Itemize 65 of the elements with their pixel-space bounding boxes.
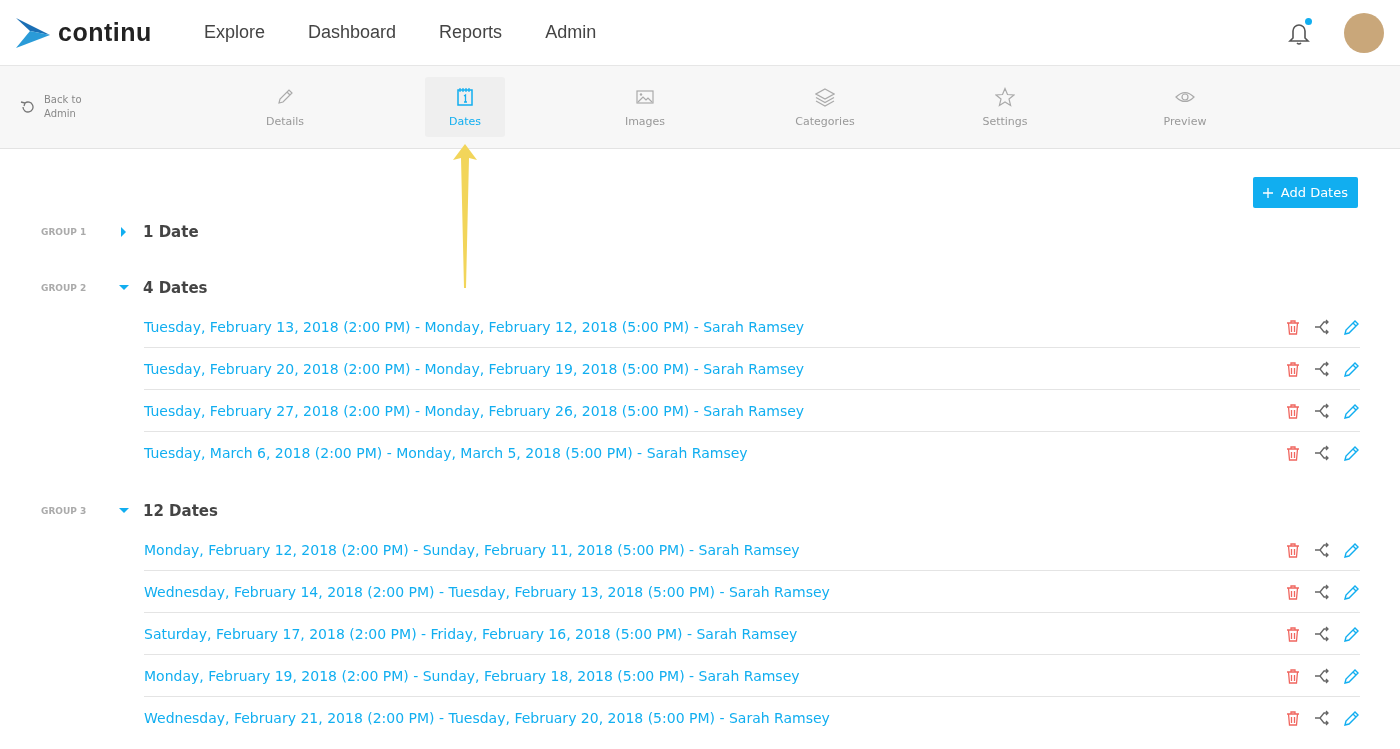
date-link[interactable]: Monday, February 12, 2018 (2:00 PM) - Sunday, February 11, 2018 (5:00 PM) - Sarah Ramsey [144,541,800,558]
tab[interactable]: Images [605,77,685,137]
tab[interactable]: Details [245,77,325,137]
date-link[interactable]: Saturday, February 17, 2018 (2:00 PM) - Friday, February 16, 2018 (5:00 PM) - Sarah Ramsey [144,625,798,642]
split-arrows-icon[interactable] [1314,625,1330,642]
pencil-icon[interactable] [1344,583,1360,600]
date-link[interactable]: Tuesday, March 6, 2018 (2:00 PM) - Monday, March 5, 2018 (5:00 PM) - Sarah Ramsey [144,444,748,461]
pencil-icon[interactable] [1344,709,1360,726]
group-title[interactable]: 12 Dates [143,502,218,520]
trash-icon[interactable] [1286,625,1300,642]
tab[interactable]: Dates [425,77,505,137]
nav-link[interactable]: Reports [439,22,503,43]
pencil-icon[interactable] [1344,625,1360,642]
trash-icon[interactable] [1286,709,1300,726]
split-arrows-icon[interactable] [1314,709,1330,726]
pencil-icon[interactable] [1344,667,1360,684]
date-link[interactable]: Wednesday, February 14, 2018 (2:00 PM) - Tuesday, February 13, 2018 (5:00 PM) - Sarah Ramsey [144,583,830,600]
nav-link[interactable]: Dashboard [308,22,397,43]
calendar-icon [455,86,475,107]
date-link[interactable]: Wednesday, February 21, 2018 (2:00 PM) - Tuesday, February 20, 2018 (5:00 PM) - Sarah Ramsey [144,709,830,726]
caret-down-icon[interactable] [119,283,129,293]
date-link[interactable]: Tuesday, February 27, 2018 (2:00 PM) - Monday, February 26, 2018 (5:00 PM) - Sarah Ramsey [144,402,805,419]
split-arrows-icon[interactable] [1314,667,1330,684]
trash-icon[interactable] [1286,667,1300,684]
logo-icon [16,17,50,48]
trash-icon[interactable] [1286,360,1300,377]
undo-icon[interactable] [20,100,34,114]
group-label: GROUP 1 [41,227,88,237]
pencil-icon[interactable] [1344,402,1360,419]
nav-link[interactable]: Admin [545,22,597,43]
nav-link[interactable]: Explore [204,22,266,43]
split-arrows-icon[interactable] [1314,360,1330,377]
group-label: GROUP 2 [41,283,88,293]
split-arrows-icon[interactable] [1314,541,1330,558]
caret-right-icon[interactable] [119,227,129,237]
back-link[interactable]: Back to Admin [44,93,99,121]
pencil-icon[interactable] [1344,318,1360,335]
brand-name: continu [58,18,152,47]
plus-icon [1262,187,1273,198]
split-arrows-icon[interactable] [1314,583,1330,600]
date-link[interactable]: Tuesday, February 20, 2018 (2:00 PM) - Monday, February 19, 2018 (5:00 PM) - Sarah Ramsey [144,360,805,377]
avatar[interactable] [1344,12,1384,53]
split-arrows-icon[interactable] [1314,318,1330,335]
trash-icon[interactable] [1286,402,1300,419]
layers-icon [815,86,835,107]
split-arrows-icon[interactable] [1314,444,1330,461]
date-link[interactable]: Tuesday, February 13, 2018 (2:00 PM) - Monday, February 12, 2018 (5:00 PM) - Sarah Ramsey [144,318,805,335]
star-icon [995,86,1015,107]
pencil-icon[interactable] [1344,360,1360,377]
trash-icon[interactable] [1286,583,1300,600]
tab[interactable]: Settings [965,77,1045,137]
trash-icon[interactable] [1286,541,1300,558]
pencil-icon[interactable] [1344,541,1360,558]
trash-icon[interactable] [1286,318,1300,335]
date-link[interactable]: Monday, February 19, 2018 (2:00 PM) - Sunday, February 18, 2018 (5:00 PM) - Sarah Ramsey [144,667,800,684]
group-title[interactable]: 1 Date [143,223,199,241]
tab[interactable]: Preview [1145,77,1225,137]
add-dates-button[interactable]: Add Dates [1252,177,1358,208]
split-arrows-icon[interactable] [1314,402,1330,419]
pencil-icon[interactable] [1344,444,1360,461]
group-label: GROUP 3 [41,506,88,516]
caret-down-icon[interactable] [119,506,129,516]
group-title[interactable]: 4 Dates [143,279,208,297]
trash-icon[interactable] [1286,444,1300,461]
tab[interactable]: Categories [785,77,865,137]
